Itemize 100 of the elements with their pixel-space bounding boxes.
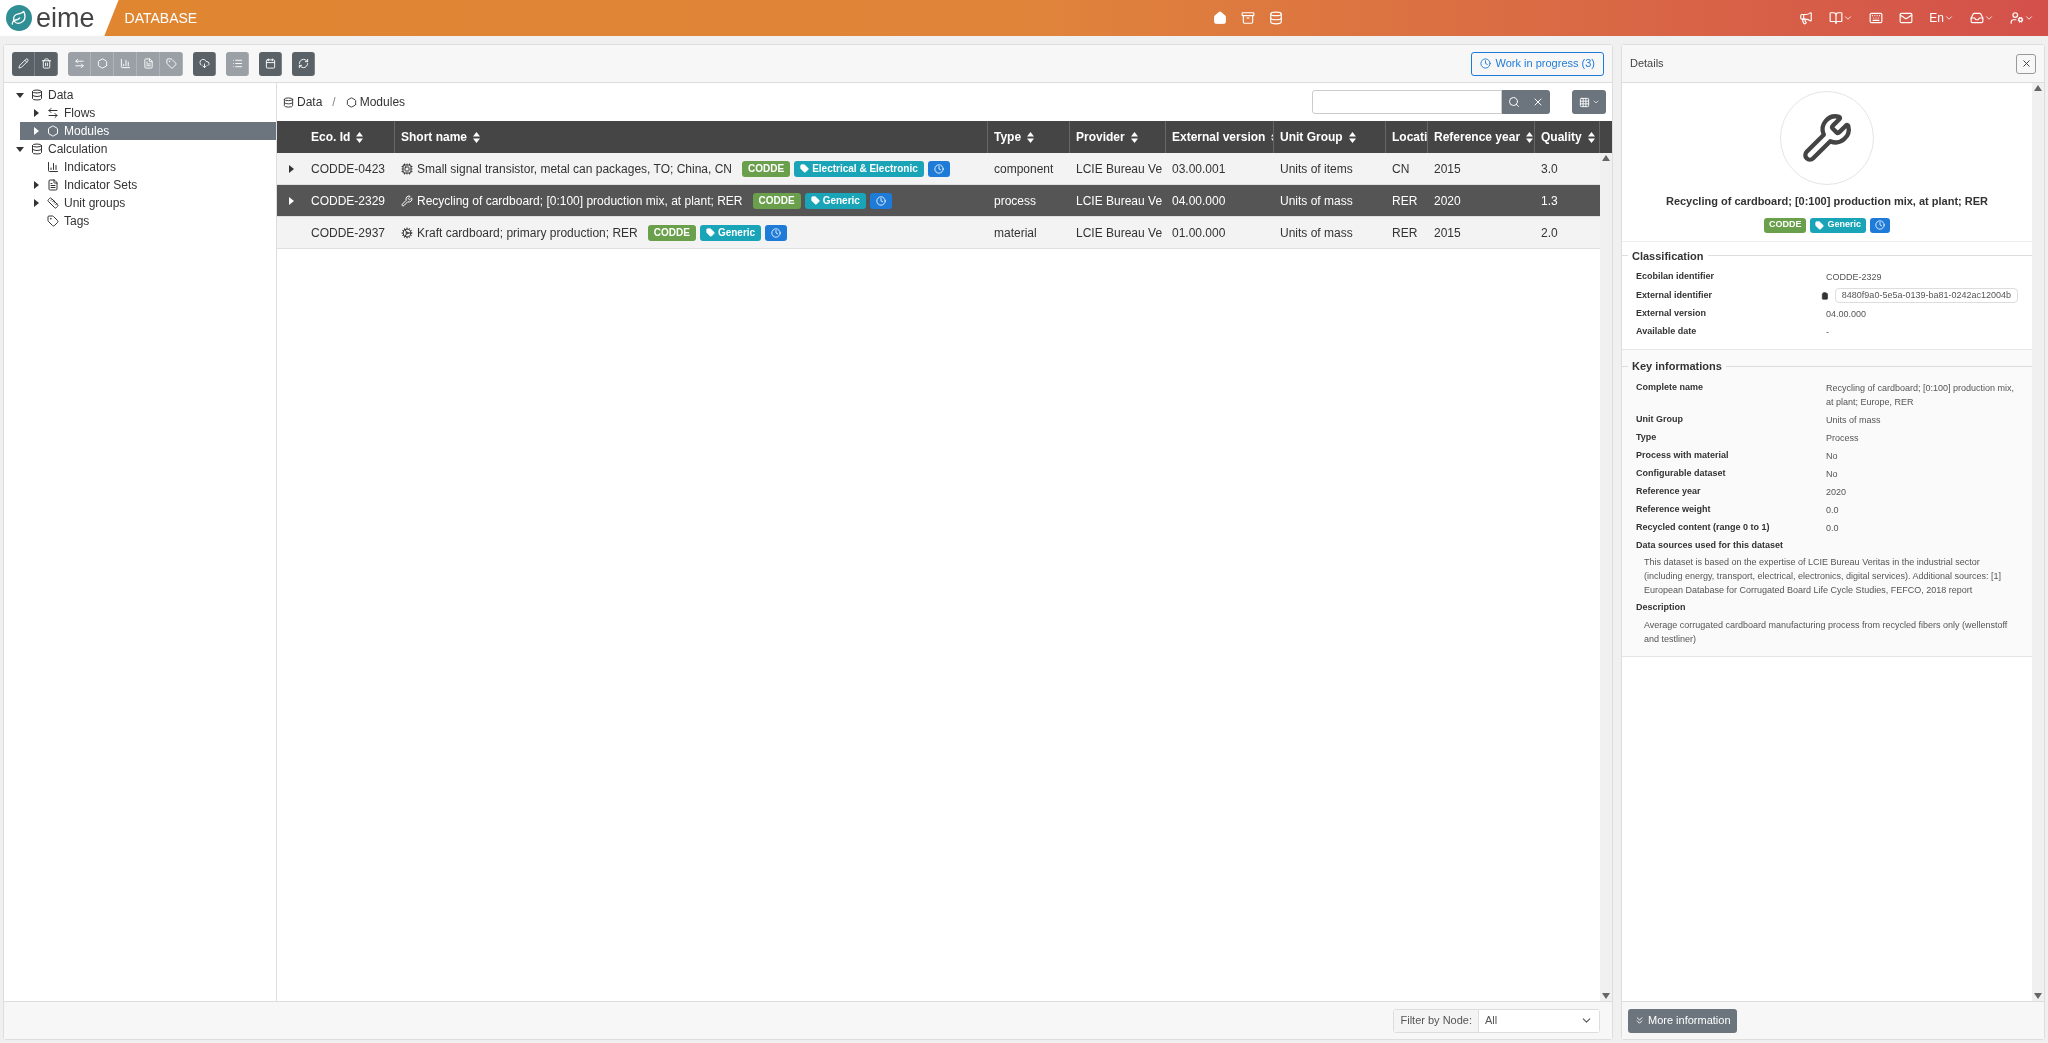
- field-label: Unit Group: [1636, 412, 1684, 426]
- toolbar-button[interactable]: [35, 51, 58, 76]
- sort-icon[interactable]: [356, 131, 364, 143]
- caret-right-icon[interactable]: [287, 196, 295, 205]
- clear-button[interactable]: [1526, 90, 1550, 114]
- field-value: 0.0: [1826, 503, 1840, 517]
- table-cell: 04.00.000: [1172, 193, 1226, 208]
- scroll-down-icon[interactable]: [2034, 993, 2042, 999]
- calendar-icon: [264, 58, 276, 69]
- inbox-icon[interactable]: [1970, 11, 1984, 25]
- field-value: No: [1826, 467, 1839, 481]
- table-cell: 2015: [1434, 225, 1461, 240]
- search-button[interactable]: [1502, 90, 1526, 114]
- category-badge: Generic: [699, 224, 762, 241]
- caret-right-icon[interactable]: [287, 164, 295, 173]
- sort-icon[interactable]: [1587, 131, 1595, 143]
- tree-item[interactable]: Modules: [20, 122, 276, 140]
- close-button[interactable]: [2016, 53, 2036, 74]
- caret-right-icon[interactable]: [32, 199, 40, 207]
- book-icon[interactable]: [1829, 11, 1844, 25]
- mail-icon[interactable]: [1899, 11, 1914, 25]
- table-cell: Units of mass: [1280, 193, 1353, 208]
- table-cell: LCIE Bureau Ve: [1076, 193, 1163, 208]
- table-cell: CODDE-2329: [311, 193, 386, 208]
- work-in-progress-button[interactable]: Work in progress (3): [1470, 51, 1604, 76]
- table-cell: 2020: [1434, 193, 1461, 208]
- identifier-field[interactable]: 8480f9a0-5e5a-0139-ba81-0242ac12004b: [1834, 288, 2018, 303]
- table-cell: Units of mass: [1280, 225, 1353, 240]
- table-row[interactable]: CODDE-0423 Small signal transistor, metal can packages, TO; China, CN CODDE Electrical & Electronic component LCIE Bureau Ve 03.00.001 Units of items CN 2015 3.0: [277, 153, 1600, 185]
- table-cell: 2.0: [1541, 225, 1558, 240]
- scroll-down-icon[interactable]: [1602, 993, 1610, 999]
- search-field[interactable]: [1312, 90, 1502, 114]
- scrollbar[interactable]: [2032, 83, 2044, 1001]
- tree-item[interactable]: Data: [4, 86, 276, 104]
- tag-icon: [705, 228, 715, 237]
- database-icon[interactable]: [1269, 11, 1284, 25]
- tree-item[interactable]: Calculation: [4, 140, 276, 158]
- breadcrumb-link[interactable]: Modules: [345, 93, 406, 111]
- category-badge: Electrical & Electronic: [794, 160, 924, 177]
- table-cell: CN: [1392, 161, 1410, 176]
- table-cell: RER: [1392, 193, 1418, 208]
- table-cell: 01.00.000: [1172, 225, 1226, 240]
- clock-icon: [1479, 58, 1491, 69]
- sort-icon[interactable]: [1130, 131, 1138, 143]
- chip-icon: [401, 162, 413, 175]
- field-label: External identifier: [1636, 288, 1714, 302]
- tree-item[interactable]: Indicator Sets: [20, 176, 276, 194]
- sort-icon[interactable]: [1348, 131, 1356, 143]
- columns-menu-button[interactable]: [1572, 90, 1606, 114]
- caret-icon[interactable]: [1843, 13, 1854, 23]
- table-cell: LCIE Bureau Ve: [1076, 225, 1163, 240]
- tag-icon: [800, 164, 810, 173]
- home-icon[interactable]: [1213, 11, 1228, 25]
- caret-down-icon[interactable]: [16, 91, 24, 99]
- database-icon: [283, 96, 294, 108]
- user-settings-icon[interactable]: [2010, 11, 2024, 25]
- sort-icon[interactable]: [1526, 131, 1534, 143]
- scrollbar[interactable]: [1600, 153, 1612, 1001]
- language-menu[interactable]: En: [1929, 9, 1954, 27]
- status-badge: [1870, 217, 1890, 233]
- field-value: -: [1826, 326, 1830, 339]
- wrench-icon: [401, 194, 413, 207]
- toolbar-button[interactable]: [292, 51, 315, 76]
- keyboard-icon[interactable]: [1869, 11, 1884, 25]
- caret-right-icon[interactable]: [32, 109, 40, 117]
- table-cell: material: [994, 225, 1037, 240]
- status-badge: [765, 224, 788, 241]
- toolbar-button[interactable]: [12, 51, 35, 76]
- field-text: Average corrugated cardboard manufacturing process from recycled fibers only (wellenstoff and testliner): [1643, 618, 2009, 646]
- toolbar-button[interactable]: [259, 51, 282, 76]
- sort-icon[interactable]: [473, 131, 480, 143]
- field-value: Process: [1826, 431, 1860, 445]
- megaphone-icon[interactable]: [1799, 11, 1814, 25]
- sort-icon[interactable]: [1027, 131, 1035, 143]
- section-heading: Key informations: [1631, 359, 1723, 374]
- caret-icon[interactable]: [1984, 13, 1994, 23]
- table-row[interactable]: CODDE-2329 Recycling of cardboard; [0:100] production mix, at plant; RER CODDE Generic process LCIE Bureau Ve 04.00.000 Units of mass RER 2020 1.3: [277, 185, 1600, 217]
- tree-item[interactable]: Indicators: [20, 158, 276, 176]
- database-icon: [31, 143, 43, 155]
- more-information-button[interactable]: More information: [1628, 1008, 1737, 1033]
- toolbar-button[interactable]: [193, 51, 216, 76]
- breadcrumb-link[interactable]: Data: [283, 93, 323, 111]
- tree-item[interactable]: Tags: [20, 212, 276, 230]
- archive-icon[interactable]: [1241, 11, 1256, 25]
- scroll-up-icon[interactable]: [1602, 155, 1610, 161]
- caret-icon[interactable]: [2024, 13, 2034, 23]
- field-value: No: [1826, 449, 1839, 463]
- wrench-icon: [1801, 112, 1853, 164]
- caret-right-icon[interactable]: [32, 181, 40, 189]
- hexagon-icon: [47, 125, 59, 137]
- arrows-icon: [73, 58, 85, 69]
- clipboard-icon[interactable]: [1821, 290, 1829, 301]
- field-label: Available date: [1636, 325, 1698, 338]
- scroll-up-icon[interactable]: [2034, 85, 2042, 91]
- table-row[interactable]: CODDE-2937 Kraft cardboard; primary production; RER CODDE Generic material LCIE Bureau Ve 01.00.000 Units of mass RER 2015 2.0: [277, 217, 1600, 249]
- status-badge: [869, 192, 892, 209]
- caret-down-icon[interactable]: [16, 145, 24, 153]
- tree-item[interactable]: Flows: [20, 104, 276, 122]
- node-filter-dropdown[interactable]: All: [1479, 1009, 1599, 1032]
- tree-item[interactable]: Unit groups: [20, 194, 276, 212]
